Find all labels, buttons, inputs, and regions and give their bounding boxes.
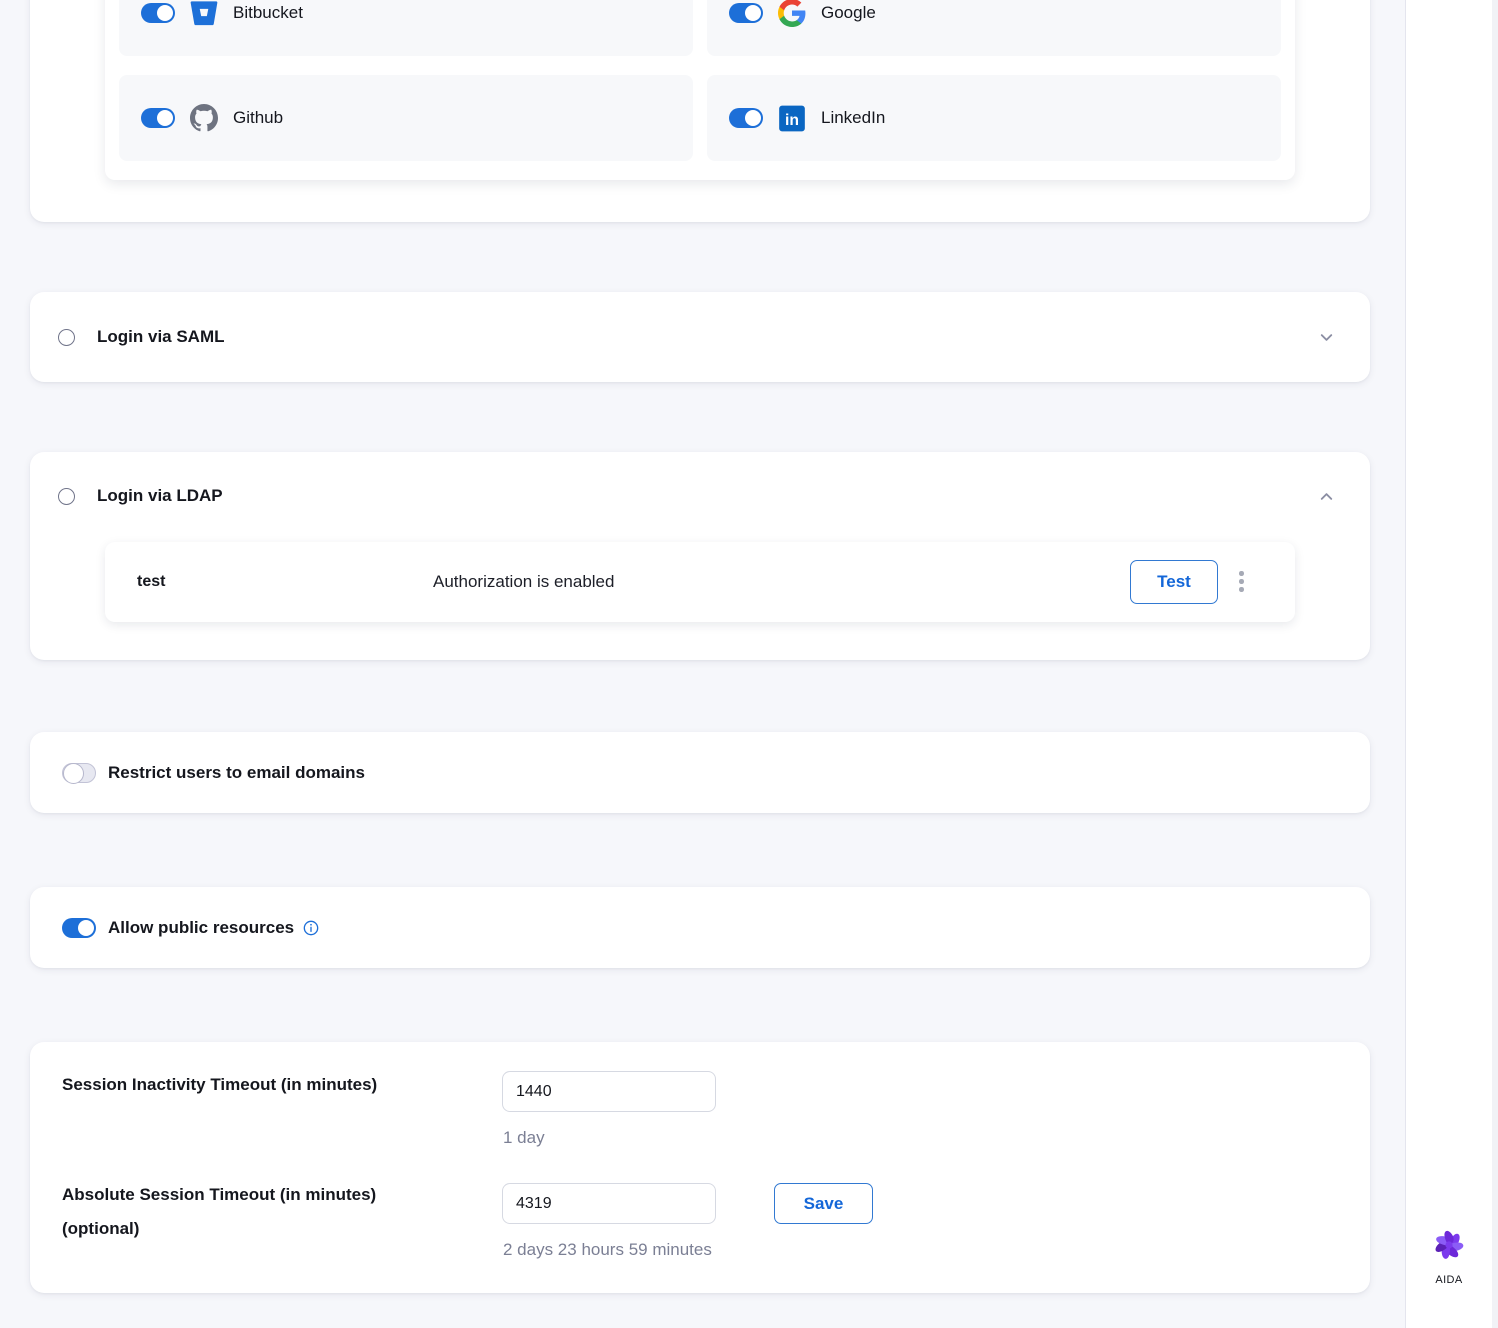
aida-logo-icon[interactable] xyxy=(1432,1228,1466,1267)
session-timeout-card: Session Inactivity Timeout (in minutes) … xyxy=(30,1042,1370,1293)
provider-label: Github xyxy=(233,108,283,128)
restrict-domains-label: Restrict users to email domains xyxy=(108,763,365,783)
kebab-menu-icon[interactable] xyxy=(1237,569,1246,594)
login-providers-card: Bitbucket Google Github xyxy=(30,0,1370,222)
aida-label: AIDA xyxy=(1435,1274,1462,1286)
saml-radio[interactable] xyxy=(58,329,75,346)
public-resources-label: Allow public resources xyxy=(108,918,294,938)
bitbucket-toggle[interactable] xyxy=(141,3,175,23)
restrict-domains-toggle[interactable] xyxy=(62,763,96,783)
provider-tile-google: Google xyxy=(707,0,1281,56)
save-button[interactable]: Save xyxy=(774,1183,873,1224)
scrollbar-track[interactable] xyxy=(1492,0,1498,1328)
saml-section-card: Login via SAML xyxy=(30,292,1370,382)
info-icon[interactable] xyxy=(303,920,319,936)
absolute-timeout-label: Absolute Session Timeout (in minutes) (o… xyxy=(62,1178,457,1246)
ldap-section-card: Login via LDAP test Authorization is ena… xyxy=(30,452,1370,660)
provider-label: Bitbucket xyxy=(233,3,303,23)
google-icon xyxy=(778,0,806,27)
github-toggle[interactable] xyxy=(141,108,175,128)
google-toggle[interactable] xyxy=(729,3,763,23)
restrict-domains-card: Restrict users to email domains xyxy=(30,732,1370,813)
public-resources-toggle[interactable] xyxy=(62,918,96,938)
absolute-timeout-helper: 2 days 23 hours 59 minutes xyxy=(503,1240,712,1260)
linkedin-icon: in xyxy=(778,104,806,132)
provider-tile-github: Github xyxy=(119,75,693,161)
ldap-connection-name: test xyxy=(137,573,165,591)
svg-text:in: in xyxy=(785,111,799,128)
chevron-up-icon[interactable] xyxy=(1317,487,1336,506)
ldap-connection-row: test Authorization is enabled Test xyxy=(105,542,1295,622)
chevron-down-icon[interactable] xyxy=(1317,328,1336,347)
providers-grid: Bitbucket Google Github xyxy=(105,0,1295,180)
ldap-connection-status: Authorization is enabled xyxy=(433,572,614,592)
ldap-radio[interactable] xyxy=(58,488,75,505)
saml-section-title: Login via SAML xyxy=(97,327,225,347)
inactivity-timeout-helper: 1 day xyxy=(503,1128,545,1148)
inactivity-timeout-input[interactable] xyxy=(502,1071,716,1112)
inactivity-timeout-label: Session Inactivity Timeout (in minutes) xyxy=(62,1068,377,1102)
right-side-panel: AIDA xyxy=(1405,0,1498,1328)
test-button[interactable]: Test xyxy=(1130,560,1218,604)
absolute-timeout-input[interactable] xyxy=(502,1183,716,1224)
github-icon xyxy=(190,104,218,132)
bitbucket-icon xyxy=(190,0,218,27)
aida-widget[interactable]: AIDA xyxy=(1406,1228,1492,1286)
provider-tile-bitbucket: Bitbucket xyxy=(119,0,693,56)
provider-tile-linkedin: in LinkedIn xyxy=(707,75,1281,161)
provider-label: LinkedIn xyxy=(821,108,885,128)
ldap-section-title: Login via LDAP xyxy=(97,486,223,506)
provider-label: Google xyxy=(821,3,876,23)
public-resources-card: Allow public resources xyxy=(30,887,1370,968)
linkedin-toggle[interactable] xyxy=(729,108,763,128)
